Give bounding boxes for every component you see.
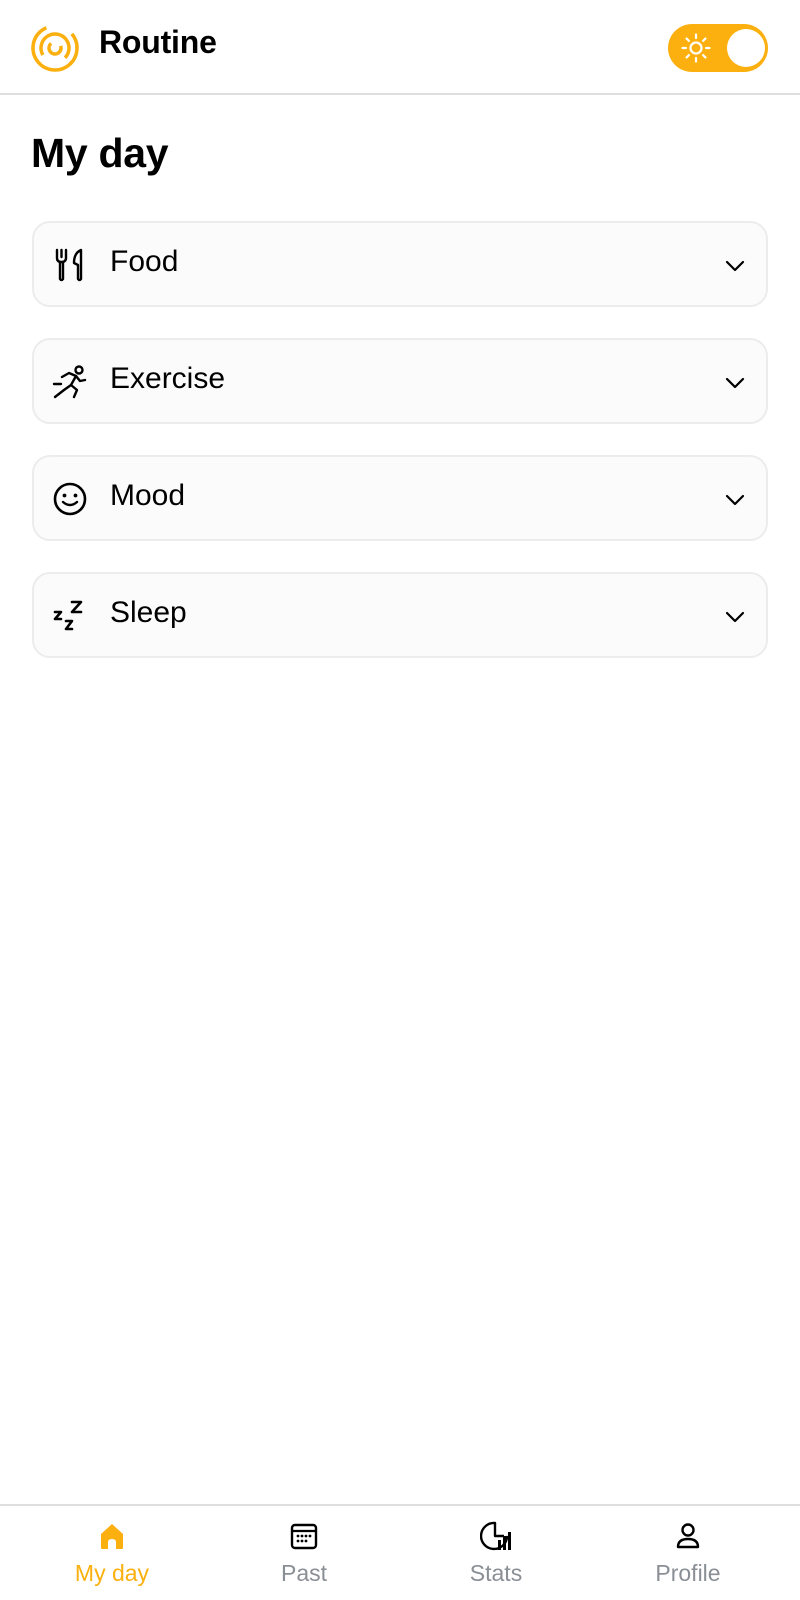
- food-section[interactable]: Food: [32, 221, 768, 307]
- app-root: Routine My day Food Exercise Mood Sleep …: [0, 0, 800, 1600]
- chevron-down-icon: [725, 260, 745, 272]
- mood-section[interactable]: Mood: [32, 455, 768, 541]
- running-person-icon: [52, 365, 87, 399]
- nav-label: Profile: [655, 1560, 721, 1586]
- sleep-section[interactable]: Sleep: [32, 572, 768, 658]
- nav-label: Past: [280, 1560, 328, 1586]
- exercise-section[interactable]: Exercise: [32, 338, 768, 424]
- mood-label: Mood: [110, 479, 186, 512]
- exercise-label: Exercise: [110, 362, 226, 395]
- bottom-navigation: My day Past Stats Profile: [0, 1504, 800, 1600]
- home-icon: [101, 1524, 123, 1549]
- smiley-icon: [53, 482, 87, 516]
- profile-icon: [676, 1523, 700, 1549]
- sleep-label: Sleep: [110, 596, 187, 629]
- stats-icon: [480, 1521, 511, 1551]
- chevron-down-icon: [725, 611, 745, 623]
- top-bar: Routine: [0, 0, 800, 95]
- swirl-logo-icon: [31, 24, 79, 72]
- theme-toggle[interactable]: [668, 24, 768, 72]
- section-list: Food Exercise Mood Sleep: [32, 221, 768, 689]
- sun-icon: [681, 33, 711, 63]
- chevron-down-icon: [725, 494, 745, 506]
- nav-label: My day: [74, 1560, 150, 1586]
- chevron-down-icon: [725, 377, 745, 389]
- nav-stats[interactable]: Stats: [400, 1506, 592, 1600]
- fork-knife-icon: [55, 248, 83, 282]
- zzz-icon: [53, 600, 83, 631]
- food-label: Food: [110, 245, 179, 278]
- nav-my-day[interactable]: My day: [16, 1506, 208, 1600]
- nav-label: Stats: [469, 1560, 523, 1586]
- calendar-icon: [290, 1523, 318, 1550]
- nav-profile[interactable]: Profile: [592, 1506, 784, 1600]
- toggle-knob: [727, 29, 765, 67]
- page-title: My day: [31, 130, 169, 176]
- nav-past[interactable]: Past: [208, 1506, 400, 1600]
- app-title: Routine: [99, 24, 217, 60]
